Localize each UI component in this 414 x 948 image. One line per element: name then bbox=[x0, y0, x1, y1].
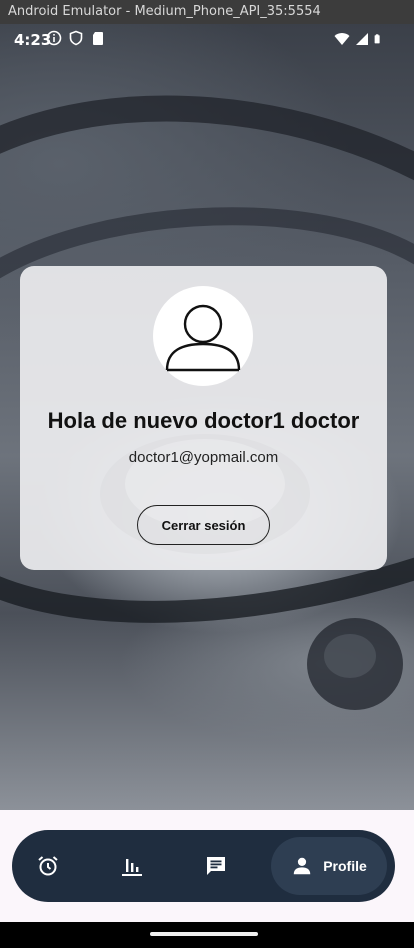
system-gesture-area bbox=[0, 922, 414, 948]
status-bar: 4:23 bbox=[0, 24, 414, 54]
person-avatar-icon bbox=[165, 304, 241, 372]
bar-chart-icon bbox=[122, 859, 142, 876]
profile-card: Hola de nuevo doctor1 doctor doctor1@yop… bbox=[20, 266, 387, 570]
battery-icon bbox=[374, 34, 380, 44]
user-email: doctor1@yopmail.com bbox=[128, 449, 279, 466]
logout-button[interactable]: Cerrar sesión bbox=[137, 505, 270, 545]
emulator-title-bar: Android Emulator - Medium_Phone_API_35:5… bbox=[0, 0, 414, 24]
alarm-icon bbox=[38, 856, 58, 876]
nav-item-profile[interactable]: Profile bbox=[271, 837, 387, 895]
info-icon bbox=[46, 30, 62, 46]
window-title: Android Emulator - Medium_Phone_API_35:5… bbox=[8, 4, 321, 19]
cell-signal-icon bbox=[356, 33, 368, 45]
nav-item-stats[interactable] bbox=[112, 830, 152, 902]
avatar bbox=[153, 286, 253, 386]
nav-item-messages[interactable] bbox=[196, 830, 236, 902]
nav-item-alarms[interactable] bbox=[28, 830, 68, 902]
shield-icon bbox=[69, 30, 83, 46]
home-gesture-handle[interactable] bbox=[150, 932, 258, 936]
person-icon bbox=[293, 857, 311, 875]
sd-card-icon bbox=[93, 32, 103, 45]
nav-profile-label: Profile bbox=[323, 858, 367, 874]
greeting-title: Hola de nuevo doctor1 doctor bbox=[47, 408, 360, 433]
phone-screen: 4:23 Hola de nuevo doctor1 doctor doctor… bbox=[0, 24, 414, 948]
bottom-navigation-bar: Profile bbox=[12, 830, 395, 902]
chat-icon bbox=[207, 857, 225, 875]
bottom-nav-container: Profile bbox=[0, 810, 414, 922]
wifi-icon bbox=[334, 33, 350, 45]
